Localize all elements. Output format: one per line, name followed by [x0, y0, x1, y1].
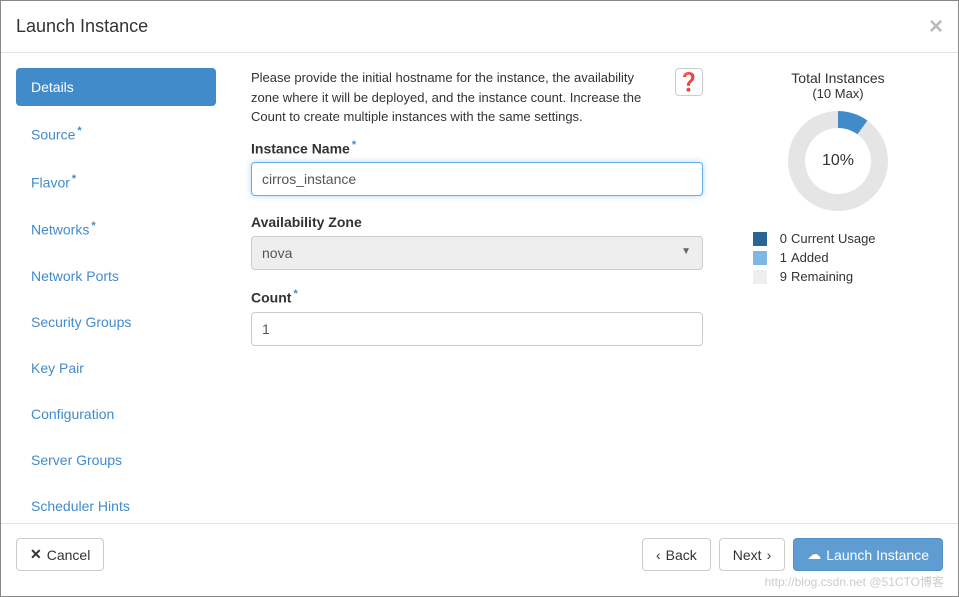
sidebar-item-scheduler-hints[interactable]: Scheduler Hints	[16, 487, 216, 525]
swatch-icon	[753, 251, 767, 265]
launch-instance-button[interactable]: ☁Launch Instance	[793, 538, 943, 571]
sidebar-item-label: Network Ports	[31, 268, 119, 284]
sidebar-item-label: Configuration	[31, 406, 114, 422]
donut-percent: 10%	[822, 152, 854, 170]
quota-chart: Total Instances (10 Max) 10% 0 Current U…	[733, 68, 943, 523]
sidebar-item-label: Flavor	[31, 174, 70, 190]
availability-zone-select-wrap: nova	[251, 236, 703, 270]
sidebar-item-label: Security Groups	[31, 314, 131, 330]
sidebar-item-configuration[interactable]: Configuration	[16, 395, 216, 433]
sidebar-item-label: Networks	[31, 222, 89, 238]
swatch-icon	[753, 232, 767, 246]
sidebar-item-label: Server Groups	[31, 452, 122, 468]
legend-current: 0 Current Usage	[753, 231, 943, 246]
sidebar-item-details[interactable]: Details	[16, 68, 216, 106]
required-icon: *	[293, 288, 297, 300]
help-text: Please provide the initial hostname for …	[251, 68, 703, 127]
donut-chart: 10%	[788, 111, 888, 211]
sidebar-item-security-groups[interactable]: Security Groups	[16, 303, 216, 341]
count-label: Count*	[251, 288, 703, 306]
count-input[interactable]	[251, 312, 703, 346]
chart-subtitle: (10 Max)	[733, 86, 943, 101]
form-area: ❓ Please provide the initial hostname fo…	[251, 68, 733, 523]
availability-zone-label: Availability Zone	[251, 214, 703, 230]
back-button[interactable]: ‹Back	[642, 538, 711, 571]
chevron-right-icon: ›	[767, 547, 772, 563]
sidebar-item-label: Scheduler Hints	[31, 498, 130, 514]
sidebar-item-server-groups[interactable]: Server Groups	[16, 441, 216, 479]
required-icon: *	[72, 173, 76, 185]
main-panel: ❓ Please provide the initial hostname fo…	[231, 53, 958, 523]
chevron-left-icon: ‹	[656, 547, 661, 563]
sidebar-item-flavor[interactable]: Flavor*	[16, 162, 216, 202]
wizard-sidebar: Details Source* Flavor* Networks* Networ…	[1, 53, 231, 523]
close-icon[interactable]: ×	[929, 13, 943, 41]
availability-zone-select[interactable]: nova	[251, 236, 703, 270]
modal-body: Details Source* Flavor* Networks* Networ…	[1, 53, 958, 523]
modal-header: Launch Instance ×	[1, 1, 958, 53]
sidebar-item-source[interactable]: Source*	[16, 114, 216, 154]
sidebar-item-network-ports[interactable]: Network Ports	[16, 257, 216, 295]
next-button[interactable]: Next›	[719, 538, 785, 571]
x-icon: ✕	[30, 546, 42, 563]
cloud-upload-icon: ☁	[807, 546, 821, 563]
instance-name-input[interactable]	[251, 162, 703, 196]
legend-remaining: 9 Remaining	[753, 269, 943, 284]
swatch-icon	[753, 270, 767, 284]
help-icon[interactable]: ❓	[675, 68, 703, 96]
footer-right: ‹Back Next› ☁Launch Instance	[642, 538, 943, 571]
sidebar-item-label: Source	[31, 127, 75, 143]
required-icon: *	[77, 125, 81, 137]
sidebar-item-networks[interactable]: Networks*	[16, 209, 216, 249]
help-button-wrap: ❓	[675, 68, 703, 96]
chart-title: Total Instances	[733, 70, 943, 86]
cancel-button[interactable]: ✕Cancel	[16, 538, 104, 571]
sidebar-item-label: Key Pair	[31, 360, 84, 376]
modal-title: Launch Instance	[16, 16, 148, 36]
sidebar-item-label: Details	[31, 79, 74, 95]
sidebar-item-key-pair[interactable]: Key Pair	[16, 349, 216, 387]
legend-added: 1 Added	[753, 250, 943, 265]
required-icon: *	[91, 220, 95, 232]
required-icon: *	[352, 139, 356, 151]
instance-name-label: Instance Name*	[251, 139, 703, 157]
chart-legend: 0 Current Usage 1 Added 9 Remaining	[733, 231, 943, 284]
